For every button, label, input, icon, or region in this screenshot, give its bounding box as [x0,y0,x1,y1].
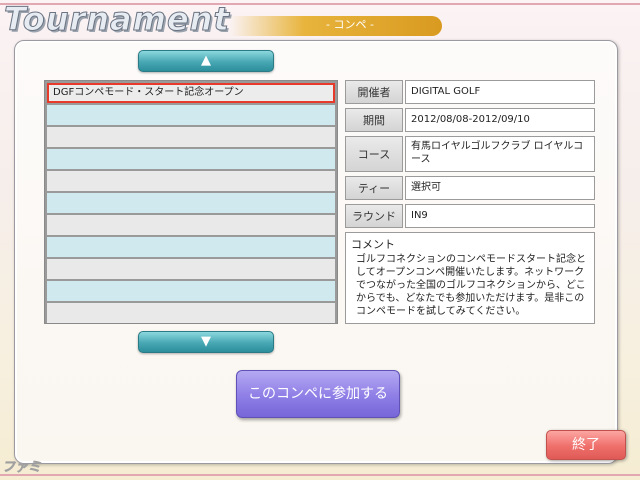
comment-box: コメント ゴルフコネクションのコンペモードスタート記念としてオープンコンペ開催い… [345,232,595,324]
list-item[interactable] [47,149,335,169]
list-item[interactable] [47,281,335,301]
round-value: IN9 [405,204,595,228]
list-item[interactable] [47,127,335,147]
list-item[interactable] [47,171,335,191]
bottom-stripe [0,474,640,476]
page-title: Tournament [4,0,230,39]
organizer-value: DIGITAL GOLF [405,80,595,104]
period-value: 2012/08/08-2012/09/10 [405,108,595,132]
course-value: 有馬ロイヤルゴルフクラブ ロイヤルコース [405,136,595,172]
period-label: 期間 [345,108,403,132]
page-subtitle: - コンペ - [326,18,374,31]
tournament-list: DGFコンペモード・スタート記念オープン [44,80,338,324]
tee-label: ティー [345,176,403,200]
list-item[interactable] [47,105,335,125]
list-item-selected[interactable]: DGFコンペモード・スタート記念オープン [47,83,335,103]
scroll-down-button[interactable]: ▼ [138,331,274,353]
course-label: コース [345,136,403,172]
list-item[interactable] [47,237,335,257]
watermark-logo: ファミ通.com [2,460,51,480]
exit-button[interactable]: 終了 [546,430,626,460]
organizer-label: 開催者 [345,80,403,104]
scroll-up-button[interactable]: ▲ [138,50,274,72]
round-label: ラウンド [345,204,403,228]
list-item[interactable] [47,303,335,323]
comment-text: ゴルフコネクションのコンペモードスタート記念としてオープンコンペ開催いたします。… [356,254,586,317]
join-tournament-button[interactable]: このコンペに参加する [236,370,400,418]
list-item[interactable] [47,193,335,213]
comment-label: コメント [351,238,395,251]
list-item[interactable] [47,215,335,235]
list-item[interactable] [47,259,335,279]
tee-value: 選択可 [405,176,595,200]
